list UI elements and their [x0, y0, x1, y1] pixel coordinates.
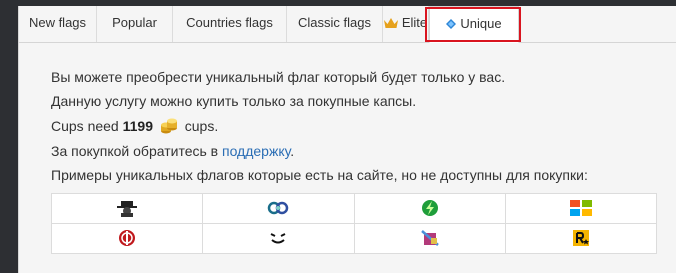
dagger-shield-icon: [420, 230, 439, 247]
tab-label: Elite: [401, 15, 428, 30]
rockstar-logo-icon: [572, 230, 589, 247]
cups-prefix: Cups need: [51, 118, 119, 134]
table-cell: [353, 223, 506, 254]
examples-line: Примеры уникальных флагов которые есть н…: [51, 167, 588, 183]
table-cell: [353, 193, 506, 224]
tab-countries-flags[interactable]: Countries flags: [173, 6, 287, 42]
tab-label: Classic flags: [298, 15, 371, 30]
evil-smile-icon: [270, 233, 286, 244]
cups-amount: 1199: [122, 118, 153, 134]
support-line: За покупкой обратитесь в поддержку.: [51, 143, 294, 159]
table-row: [50, 193, 658, 224]
spy-hat-icon: [117, 201, 138, 218]
table-cell: [504, 193, 658, 224]
tab-new-flags[interactable]: New flags: [19, 6, 97, 42]
table-cell: [202, 193, 355, 224]
coins-icon: [160, 118, 177, 134]
jedi-order-icon: [119, 230, 136, 247]
tab-label: Unique: [460, 16, 502, 31]
table-cell: [50, 223, 204, 254]
cups-suffix: cups.: [184, 118, 219, 134]
tab-unique[interactable]: Unique: [429, 6, 519, 43]
table-cell: [202, 223, 355, 254]
tab-label: New flags: [28, 15, 87, 30]
support-prefix: За покупкой обратитесь в: [51, 143, 219, 159]
diamond-icon: [446, 19, 457, 29]
tab-label: Popular: [112, 15, 157, 30]
table-cell: [50, 193, 204, 224]
table-row: [50, 223, 658, 254]
tab-popular[interactable]: Popular: [97, 6, 173, 42]
tab-content: Вы можете преобрести уникальный флаг кот…: [19, 43, 676, 273]
table-cell: [504, 223, 658, 254]
support-suffix: .: [290, 143, 295, 159]
tab-bar: New flags Popular Countries flags Classi…: [19, 6, 676, 43]
windows-logo-icon: [569, 200, 592, 217]
unique-flags-table: [50, 193, 658, 254]
crown-icon: [383, 18, 398, 28]
info-line-1: Вы можете преобрести уникальный флаг кот…: [51, 69, 506, 85]
support-link[interactable]: поддержку: [222, 143, 290, 159]
tab-classic-flags[interactable]: Classic flags: [287, 6, 383, 42]
chain-rings-icon: [268, 202, 289, 215]
info-line-2: Данную услугу можно купить только за пок…: [51, 93, 417, 109]
tab-label: Countries flags: [186, 15, 273, 30]
unique-flags-panel: New flags Popular Countries flags Classi…: [18, 6, 676, 273]
cups-line: Cups need 1199 cups.: [51, 117, 218, 135]
green-lightning-icon: [421, 200, 438, 217]
tab-elite[interactable]: Elite: [383, 6, 429, 42]
